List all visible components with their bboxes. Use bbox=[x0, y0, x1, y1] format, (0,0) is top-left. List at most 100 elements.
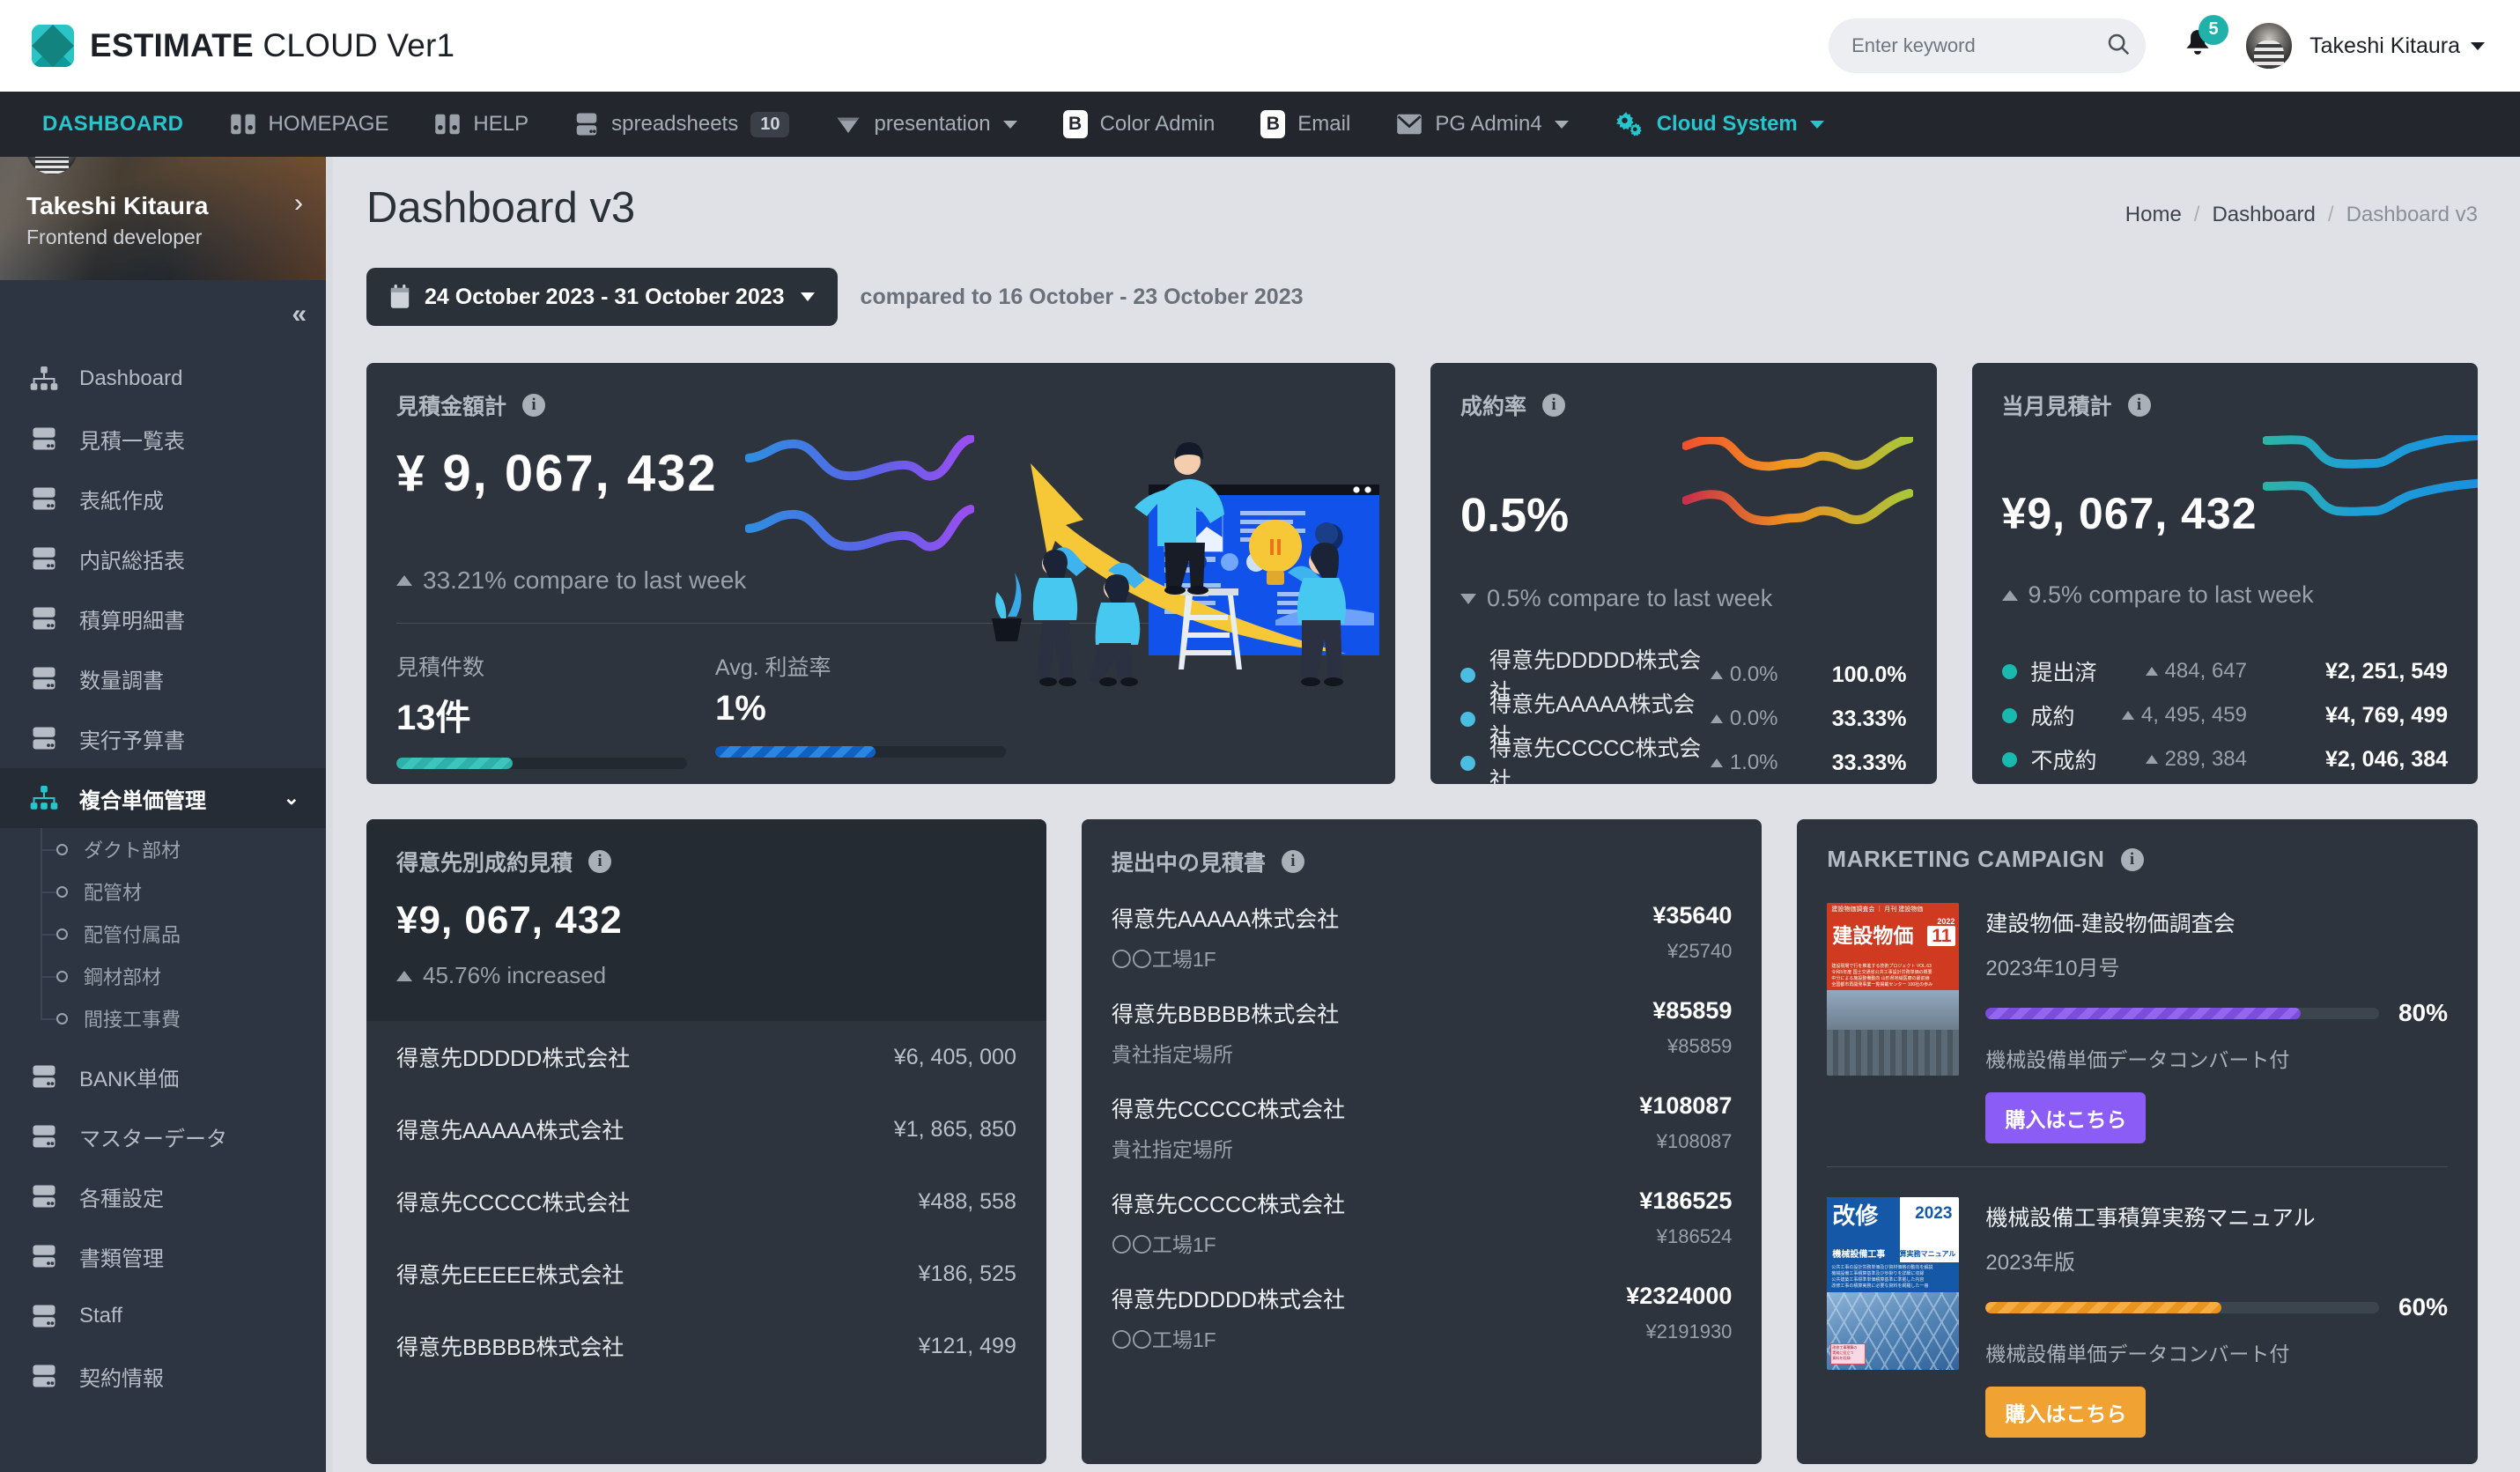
b-icon: B bbox=[1062, 110, 1088, 138]
search-input[interactable] bbox=[1851, 34, 2106, 57]
list-item[interactable]: 得意先AAAAA株式会社 〇〇工場1F ¥35640 ¥25740 bbox=[1112, 902, 1733, 973]
list-item[interactable]: 得意先CCCCC株式会社 〇〇工場1F ¥186525 ¥186524 bbox=[1112, 1187, 1733, 1258]
sidebar-item-document-management[interactable]: 書類管理 bbox=[0, 1226, 333, 1286]
buy-button[interactable]: 購入はこちら bbox=[1985, 1092, 2147, 1143]
table-row[interactable]: 得意先DDDDD株式会社 ¥6, 405, 000 bbox=[366, 1021, 1046, 1093]
nav-item-dashboard[interactable]: DASHBOARD bbox=[19, 92, 207, 157]
sidebar-subitem-piping[interactable]: 配管材 bbox=[0, 870, 333, 913]
avatar[interactable] bbox=[2244, 21, 2295, 70]
sidebar-item-label: 書類管理 bbox=[79, 1246, 164, 1271]
legend-row[interactable]: 成約 4, 495, 459 ¥4, 769, 499 bbox=[2001, 693, 2448, 737]
card-title-label: MARKETING CAMPAIGN bbox=[1827, 846, 2105, 872]
breadcrumb-home[interactable]: Home bbox=[2125, 203, 2182, 227]
legend-row[interactable]: 提出済 484, 647 ¥2, 251, 549 bbox=[2001, 649, 2448, 693]
nav-item-email[interactable]: B Email bbox=[1238, 92, 1373, 157]
list-item[interactable]: 得意先BBBBB株式会社 貴社指定場所 ¥85859 ¥85859 bbox=[1112, 997, 1733, 1068]
customer-name: 得意先BBBBB株式会社 bbox=[396, 1335, 624, 1360]
sidebar-item-quantity-survey[interactable]: 数量調書 bbox=[0, 648, 333, 708]
list-item[interactable]: 得意先DDDDD株式会社 〇〇工場1F ¥2324000 ¥2191930 bbox=[1112, 1283, 1733, 1353]
sidebar-scrollbar[interactable] bbox=[326, 157, 333, 1472]
sidebar-collapse-button[interactable]: « bbox=[292, 300, 307, 329]
sidebar-item-label: 複合単価管理 bbox=[79, 788, 206, 813]
submitted-sub-amount: ¥85859 bbox=[1667, 1035, 1733, 1057]
sidebar-item-breakdown-summary[interactable]: 内訳総括表 bbox=[0, 529, 333, 588]
trend-up-icon bbox=[2145, 667, 2158, 676]
sidebar-subitem-steel[interactable]: 鋼材部材 bbox=[0, 955, 333, 997]
list-item[interactable]: 得意先CCCCC株式会社 貴社指定場所 ¥108087 ¥108087 bbox=[1112, 1092, 1733, 1163]
sidebar-subitem-duct[interactable]: ダクト部材 bbox=[0, 828, 333, 870]
server-icon bbox=[30, 1303, 65, 1329]
legend-dot-icon bbox=[2001, 751, 2017, 767]
breadcrumb-dashboard[interactable]: Dashboard bbox=[2212, 203, 2315, 227]
brand-logo-group[interactable]: ESTIMATE CLOUD Ver1 bbox=[32, 25, 454, 67]
sidebar-item-estimate-list[interactable]: 見積一覧表 bbox=[0, 409, 333, 469]
date-range-picker[interactable]: 24 October 2023 - 31 October 2023 bbox=[366, 268, 838, 326]
server-icon bbox=[30, 1183, 65, 1209]
month-estimate-legend: 提出済 484, 647 ¥2, 251, 549 成約 4, 495, 459… bbox=[2001, 649, 2448, 781]
nav-item-color-admin[interactable]: B Color Admin bbox=[1040, 92, 1238, 157]
notification-badge: 5 bbox=[2199, 14, 2229, 45]
nav-item-cloud-system[interactable]: Cloud System bbox=[1592, 92, 1847, 157]
bullet-icon bbox=[56, 1012, 68, 1024]
legend-row[interactable]: 得意先CCCCC株式会社 1.0% 33.33% bbox=[1460, 736, 1907, 784]
customer-amount: ¥1, 865, 850 bbox=[893, 1116, 1016, 1142]
sidebar-item-bank-unit-price[interactable]: BANK単価 bbox=[0, 1047, 333, 1106]
card-title-label: 当月見積計 bbox=[2001, 395, 2112, 419]
sidebar-subitem-indirect-cost[interactable]: 間接工事費 bbox=[0, 997, 333, 1039]
nav-item-homepage[interactable]: HOMEPAGE bbox=[207, 92, 412, 157]
search-box[interactable] bbox=[1829, 18, 2147, 73]
server-icon bbox=[574, 111, 599, 137]
book-cover-image: 建設物価調査会 ｜ 月刊 建設物価 建設物価 2022 11 建設現場で行を推進… bbox=[1827, 903, 1960, 1076]
table-row[interactable]: 得意先CCCCC株式会社 ¥488, 558 bbox=[366, 1165, 1046, 1238]
legend-value: ¥2, 251, 549 bbox=[2324, 658, 2448, 684]
stat-label: Avg. 利益率 bbox=[715, 655, 831, 680]
sidebar-item-cover-creation[interactable]: 表紙作成 bbox=[0, 469, 333, 529]
sidebar-item-staff[interactable]: Staff bbox=[0, 1286, 333, 1346]
notifications-button[interactable]: 5 bbox=[2181, 14, 2229, 67]
info-icon[interactable]: i bbox=[588, 850, 612, 873]
sidebar-item-composite-unit-price[interactable]: 複合単価管理 ⌄ bbox=[0, 768, 333, 828]
info-icon[interactable]: i bbox=[1542, 394, 1566, 417]
sidebar-item-contract-info[interactable]: 契約情報 bbox=[0, 1346, 333, 1406]
main-content: Dashboard v3 Home / Dashboard / Dashboar… bbox=[333, 157, 2520, 1472]
buy-button[interactable]: 購入はこちら bbox=[1985, 1387, 2147, 1438]
bullet-icon bbox=[56, 885, 68, 898]
nav-item-spreadsheets[interactable]: spreadsheets 10 bbox=[551, 92, 812, 157]
user-menu[interactable]: Takeshi Kitaura bbox=[2309, 33, 2485, 59]
server-icon bbox=[30, 1063, 65, 1090]
sidebar-item-label: Staff bbox=[79, 1304, 122, 1328]
sidebar-profile[interactable]: Takeshi Kitaura Frontend developer › bbox=[0, 157, 333, 280]
legend-delta: 1.0% bbox=[1710, 751, 1778, 775]
submitted-place: 貴社指定場所 bbox=[1111, 1043, 1233, 1066]
trend-up-icon bbox=[1710, 670, 1723, 679]
table-row[interactable]: 得意先BBBBB株式会社 ¥121, 499 bbox=[366, 1310, 1046, 1382]
sidebar-item-execution-budget[interactable]: 実行予算書 bbox=[0, 708, 333, 768]
submitted-sub-amount: ¥2191930 bbox=[1645, 1320, 1733, 1343]
cover-issue: 機械設備工事 bbox=[1830, 1246, 1888, 1261]
nav-item-presentation[interactable]: presentation bbox=[812, 92, 1039, 157]
info-icon[interactable]: i bbox=[1281, 850, 1304, 873]
info-icon[interactable]: i bbox=[2120, 847, 2144, 871]
info-icon[interactable]: i bbox=[2127, 394, 2151, 417]
info-icon[interactable]: i bbox=[522, 394, 546, 417]
compare-label: 45.76% increased bbox=[423, 962, 607, 988]
sidebar-item-label: 積算明細書 bbox=[79, 609, 185, 633]
submitted-amount: ¥2324000 bbox=[1626, 1283, 1733, 1309]
cover-year: 2022 bbox=[1937, 917, 1955, 926]
sidebar-subitem-piping-accessories[interactable]: 配管付属品 bbox=[0, 913, 333, 955]
nav-item-help[interactable]: HELP bbox=[411, 92, 551, 157]
spreadsheets-badge: 10 bbox=[750, 111, 790, 137]
sidebar-item-dashboard[interactable]: Dashboard bbox=[0, 349, 333, 409]
submitted-customer: 得意先DDDDD株式会社 bbox=[1111, 1288, 1346, 1313]
sidebar-item-master-data[interactable]: マスターデータ bbox=[0, 1106, 333, 1166]
table-row[interactable]: 得意先AAAAA株式会社 ¥1, 865, 850 bbox=[366, 1093, 1046, 1165]
card-title: 提出中の見積書 i bbox=[1112, 846, 1733, 877]
nav-item-pg-admin4[interactable]: PG Admin4 bbox=[1373, 92, 1591, 157]
table-row[interactable]: 得意先EEEEE株式会社 ¥186, 525 bbox=[366, 1238, 1046, 1310]
search-icon[interactable] bbox=[2105, 31, 2132, 62]
sidebar-item-estimate-detail[interactable]: 積算明細書 bbox=[0, 588, 333, 648]
legend-row[interactable]: 不成約 289, 384 ¥2, 046, 384 bbox=[2001, 737, 2448, 781]
brand-light: CLOUD Ver1 bbox=[253, 27, 455, 63]
sidebar-item-settings[interactable]: 各種設定 bbox=[0, 1166, 333, 1226]
sidebar-subitem-label: ダクト部材 bbox=[84, 840, 181, 862]
